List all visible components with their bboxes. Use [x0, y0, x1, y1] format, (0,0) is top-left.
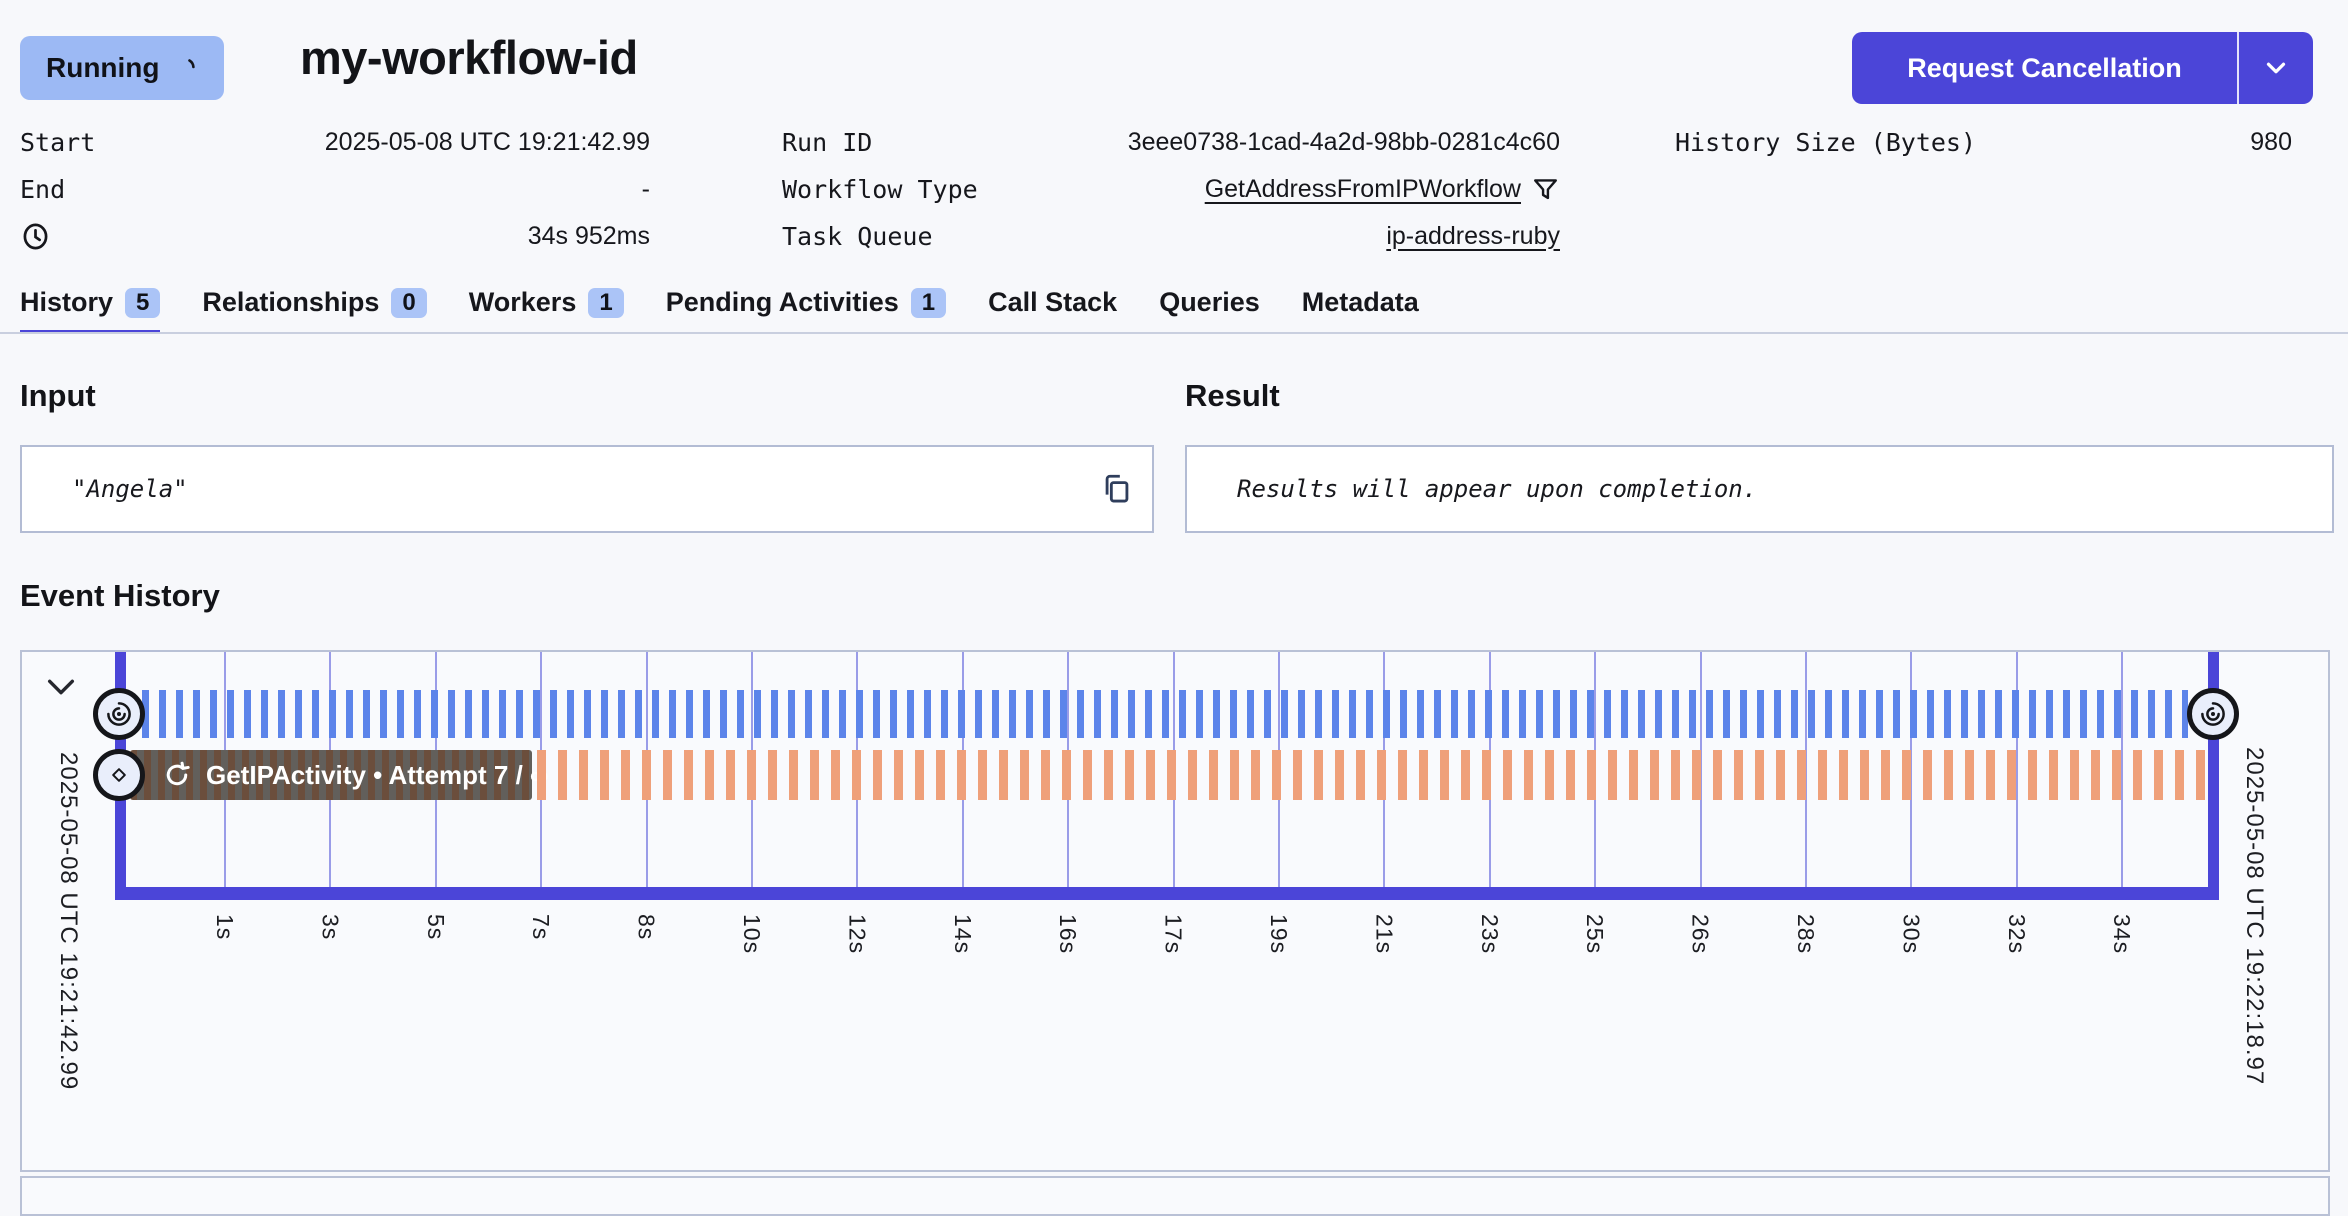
tick-label: 26s — [1687, 914, 1714, 954]
tick-label: 10s — [738, 914, 765, 954]
activity-bar[interactable]: GetIPActivity • Attempt 7 / ∞ — [130, 750, 532, 800]
tab-relationships[interactable]: Relationships 0 — [202, 287, 426, 330]
input-title: Input — [20, 378, 96, 414]
workflow-start-node[interactable] — [93, 688, 145, 740]
meta-column-run: Run ID 3eee0738-1cad-4a2d-98bb-0281c4c60… — [782, 125, 1560, 253]
tab-workers[interactable]: Workers 1 — [469, 287, 624, 330]
end-value: - — [642, 175, 650, 204]
meta-column-history-size: History Size (Bytes) 980 — [1675, 125, 2292, 159]
tick-label: 30s — [1897, 914, 1924, 954]
tab-label: Queries — [1159, 287, 1260, 318]
diamond-icon — [106, 762, 132, 788]
timeline-collapse-chevron-icon[interactable] — [44, 674, 78, 700]
tab-label: Workers — [469, 287, 577, 318]
tick-label: 7s — [527, 914, 554, 940]
workflow-type-label: Workflow Type — [782, 175, 978, 204]
tick-label: 34s — [2108, 914, 2135, 954]
timeline-axis-bar — [115, 887, 2219, 900]
run-id-label: Run ID — [782, 128, 872, 157]
tab-history[interactable]: History 5 — [20, 287, 160, 334]
status-badge: Running — [20, 36, 224, 100]
meta-row-task-queue: Task Queue ip-address-ruby — [782, 219, 1560, 253]
activity-retry-stripes[interactable] — [537, 750, 2208, 800]
result-box: Results will appear upon completion. — [1185, 445, 2334, 533]
tab-label: Pending Activities — [666, 287, 899, 318]
tick-label: 25s — [1581, 914, 1608, 954]
start-label: Start — [20, 128, 95, 157]
tab-count-badge: 5 — [125, 288, 160, 318]
event-history-timeline: GetIPActivity • Attempt 7 / ∞ — [20, 650, 2330, 1172]
meta-row-end: End - — [20, 172, 650, 206]
tick-label: 8s — [633, 914, 660, 940]
activity-node[interactable] — [93, 749, 145, 801]
retry-icon — [162, 760, 192, 790]
tick-label: 1s — [211, 914, 238, 940]
run-id-value: 3eee0738-1cad-4a2d-98bb-0281c4c60 — [1128, 128, 1560, 157]
tab-queries[interactable]: Queries — [1159, 287, 1260, 330]
tick-label: 17s — [1160, 914, 1187, 954]
tab-pending-activities[interactable]: Pending Activities 1 — [666, 287, 946, 330]
tab-label: Relationships — [202, 287, 379, 318]
start-value: 2025-05-08 UTC 19:21:42.99 — [325, 128, 650, 157]
tab-label: Metadata — [1302, 287, 1419, 318]
tab-divider — [0, 332, 2348, 334]
tick-label: 3s — [316, 914, 343, 940]
activity-label: GetIPActivity • Attempt 7 / ∞ — [206, 760, 549, 791]
input-value: "Angela" — [22, 475, 1082, 503]
history-size-value: 980 — [2250, 128, 2292, 157]
task-queue-link[interactable]: ip-address-ruby — [1386, 222, 1560, 251]
tick-label: 14s — [949, 914, 976, 954]
status-label: Running — [46, 52, 160, 84]
history-size-label: History Size (Bytes) — [1675, 128, 1976, 157]
tick-label: 12s — [843, 914, 870, 954]
event-history-title: Event History — [20, 578, 220, 614]
workflow-type-link[interactable]: GetAddressFromIPWorkflow — [1205, 175, 1521, 204]
request-cancellation-button[interactable]: Request Cancellation — [1852, 32, 2239, 104]
result-title: Result — [1185, 378, 1280, 414]
end-label: End — [20, 175, 65, 204]
tick-label: 32s — [2003, 914, 2030, 954]
tick-label: 28s — [1792, 914, 1819, 954]
tab-metadata[interactable]: Metadata — [1302, 287, 1419, 330]
tab-bar: History5Relationships0Workers1Pending Ac… — [20, 287, 1419, 334]
spiral-icon — [104, 699, 134, 729]
request-cancellation-label: Request Cancellation — [1907, 53, 2182, 84]
tab-count-badge: 1 — [911, 288, 946, 318]
result-value: Results will appear upon completion. — [1187, 475, 2332, 503]
spiral-icon — [2198, 699, 2228, 729]
input-box: "Angela" — [20, 445, 1154, 533]
meta-column-times: Start 2025-05-08 UTC 19:21:42.99 End - 3… — [20, 125, 650, 253]
request-cancellation-split-button: Request Cancellation — [1852, 32, 2313, 104]
tab-call-stack[interactable]: Call Stack — [988, 287, 1117, 330]
cancel-menu-button[interactable] — [2239, 32, 2313, 104]
meta-row-run-id: Run ID 3eee0738-1cad-4a2d-98bb-0281c4c60 — [782, 125, 1560, 159]
spinner-icon — [174, 56, 198, 80]
tick-label: 19s — [1265, 914, 1292, 954]
task-queue-label: Task Queue — [782, 222, 933, 251]
meta-row-duration: 34s 952ms — [20, 219, 650, 253]
duration-value: 34s 952ms — [528, 222, 650, 251]
tick-label: 21s — [1370, 914, 1397, 954]
chevron-down-icon — [2261, 53, 2291, 83]
tab-label: Call Stack — [988, 287, 1117, 318]
tick-label: 23s — [1476, 914, 1503, 954]
tab-count-badge: 0 — [391, 288, 426, 318]
meta-row-workflow-type: Workflow Type GetAddressFromIPWorkflow — [782, 172, 1560, 206]
workflow-events-row[interactable] — [142, 690, 2188, 738]
meta-row-history-size: History Size (Bytes) 980 — [1675, 125, 2292, 159]
page-title: my-workflow-id — [300, 30, 638, 85]
workflow-latest-node[interactable] — [2187, 688, 2239, 740]
tab-label: History — [20, 287, 113, 318]
tick-label: 5s — [422, 914, 449, 940]
timeline-end-time: 2025-05-08 UTC 19:22:18.97 — [2240, 747, 2268, 1085]
copy-icon[interactable] — [1082, 472, 1152, 506]
clock-icon — [20, 221, 51, 252]
timeline-start-time: 2025-05-08 UTC 19:21:42.99 — [54, 752, 82, 1090]
tab-count-badge: 1 — [588, 288, 623, 318]
meta-row-start: Start 2025-05-08 UTC 19:21:42.99 — [20, 125, 650, 159]
filter-icon[interactable] — [1531, 175, 1560, 204]
next-panel — [20, 1176, 2330, 1216]
tick-label: 16s — [1054, 914, 1081, 954]
